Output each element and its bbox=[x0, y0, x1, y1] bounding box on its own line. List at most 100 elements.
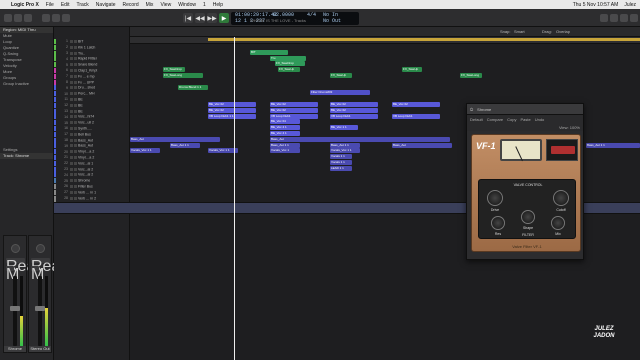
smart-controls-button[interactable] bbox=[42, 14, 50, 22]
track-row[interactable]: 5 Snare Blend bbox=[54, 62, 130, 68]
track-name[interactable]: Voic...ull 2 bbox=[78, 121, 94, 125]
view-zoom-select[interactable]: View: 100% bbox=[559, 125, 580, 130]
track-name[interactable]: Fx ... UPP bbox=[78, 80, 94, 84]
mute-button[interactable] bbox=[70, 121, 73, 125]
region[interactable]: Tru bbox=[270, 55, 306, 61]
region[interactable]: Drums Blend 1 1 bbox=[178, 84, 208, 90]
preset-select[interactable]: Default bbox=[470, 117, 483, 122]
plugin-title-bar[interactable]: ⏻ Shrome bbox=[467, 104, 583, 115]
drag-select[interactable]: Overlap bbox=[556, 29, 570, 34]
track-name[interactable]: Filter Bus bbox=[78, 184, 93, 188]
mixer-button[interactable] bbox=[52, 14, 60, 22]
region[interactable]: BE_Voc 4 1 bbox=[270, 131, 300, 136]
track-name[interactable]: Fx ... e mp bbox=[78, 74, 95, 78]
mute-button[interactable] bbox=[70, 161, 73, 165]
solo-button[interactable] bbox=[74, 69, 77, 72]
region[interactable]: BIT bbox=[250, 49, 288, 55]
track-row[interactable]: 9 Dru... shed bbox=[54, 85, 130, 91]
region[interactable]: FX_SweUp bbox=[402, 67, 422, 73]
track-name[interactable]: Kik 1 Latch bbox=[78, 45, 95, 49]
mute-button[interactable] bbox=[70, 74, 73, 78]
compare-button[interactable]: Compare bbox=[487, 117, 503, 122]
solo-button[interactable] bbox=[74, 156, 77, 159]
solo-button[interactable] bbox=[74, 86, 77, 90]
notes-button[interactable] bbox=[610, 14, 618, 22]
mute-button[interactable] bbox=[70, 185, 73, 188]
track-name[interactable]: Voic...al 2 bbox=[78, 167, 93, 171]
solo-button[interactable] bbox=[74, 98, 77, 101]
track-row[interactable]: 25 Shrome bbox=[54, 178, 130, 184]
region[interactable]: LEAD 1 1 bbox=[330, 165, 352, 171]
mute-button[interactable] bbox=[70, 103, 73, 107]
track-name[interactable]: Vinyl....a 2 bbox=[78, 150, 94, 154]
solo-button[interactable] bbox=[74, 92, 77, 96]
mute-button[interactable] bbox=[70, 190, 73, 194]
mute-button[interactable] bbox=[70, 98, 73, 101]
track-name[interactable]: BIT bbox=[78, 39, 83, 43]
mute-button[interactable] bbox=[70, 40, 73, 43]
track-row[interactable]: 4 Rapid Flitter bbox=[54, 56, 130, 62]
menu-app-name[interactable]: Logic Pro X bbox=[11, 2, 39, 8]
track-name[interactable]: Voic...hl74 bbox=[78, 115, 94, 119]
browser-button[interactable] bbox=[630, 14, 638, 22]
library-button[interactable] bbox=[4, 14, 12, 22]
track-name[interactable]: BE bbox=[78, 103, 83, 107]
track-row[interactable]: 14 Voic...hl74 bbox=[54, 114, 130, 120]
snap-select[interactable]: Smart bbox=[514, 29, 525, 34]
pan-knob[interactable] bbox=[36, 244, 45, 253]
solo-button[interactable] bbox=[74, 57, 77, 61]
region[interactable]: VB Loop Dub1 bbox=[270, 113, 318, 119]
undo-button[interactable]: Undo bbox=[535, 117, 545, 122]
track-row[interactable]: 7 Fx ... e mp bbox=[54, 73, 130, 79]
track-row[interactable]: 15 Voic...ull 2 bbox=[54, 120, 130, 126]
region[interactable]: FX_SweUp bbox=[278, 67, 300, 73]
region[interactable]: BE_Voc 02 bbox=[270, 102, 318, 107]
volume-fader[interactable] bbox=[35, 276, 45, 346]
mute-button[interactable] bbox=[70, 86, 73, 90]
menu-file[interactable]: File bbox=[46, 2, 54, 8]
mute-button[interactable] bbox=[70, 57, 73, 61]
track-row[interactable]: 11 BE bbox=[54, 97, 130, 102]
track-name[interactable]: Snare Blend bbox=[78, 63, 97, 67]
region[interactable]: Bass_Aut 1 1 bbox=[170, 142, 200, 148]
region[interactable]: BE_Voc 02 bbox=[330, 102, 378, 107]
mute-button[interactable] bbox=[70, 179, 73, 183]
track-name[interactable]: Bass_Aut bbox=[78, 144, 93, 148]
menu-help[interactable]: Help bbox=[213, 2, 223, 8]
fast-forward-button[interactable]: ▶▶ bbox=[207, 13, 217, 23]
region[interactable]: FX_SweDrop bbox=[163, 67, 185, 73]
track-name[interactable]: Bass_Aut bbox=[78, 138, 93, 142]
solo-button[interactable] bbox=[74, 121, 77, 125]
track-row[interactable]: 16 Synth..... bbox=[54, 126, 130, 131]
mute-button[interactable] bbox=[70, 167, 73, 171]
track-row[interactable]: 27 Verb ... rn 1 bbox=[54, 189, 130, 195]
mute-button[interactable] bbox=[70, 173, 73, 177]
region[interactable]: Vocals 1 1 bbox=[330, 160, 352, 165]
mute-button[interactable]: M bbox=[6, 266, 19, 283]
track-row[interactable]: 18 Bass_Aut bbox=[54, 137, 130, 143]
mute-button[interactable] bbox=[70, 80, 73, 84]
track-row[interactable]: 26 Filter Bus bbox=[54, 184, 130, 189]
drive-knob[interactable] bbox=[487, 190, 503, 206]
list-editors-button[interactable] bbox=[600, 14, 608, 22]
track-name[interactable]: Synth..... bbox=[78, 126, 92, 130]
paste-button[interactable]: Paste bbox=[520, 117, 530, 122]
mute-button[interactable] bbox=[70, 150, 73, 154]
track-name[interactable]: Clap1_Kmpt bbox=[78, 68, 97, 72]
solo-button[interactable] bbox=[74, 185, 77, 188]
track-name[interactable]: Shrome bbox=[78, 179, 90, 183]
res-knob[interactable] bbox=[491, 216, 505, 230]
track-row[interactable]: 10 Perc... MH bbox=[54, 91, 130, 97]
solo-button[interactable] bbox=[74, 63, 77, 67]
track-name[interactable]: Verb ... rn 1 bbox=[78, 190, 96, 194]
region[interactable]: BE_Voc 02 bbox=[208, 102, 256, 107]
track-row[interactable]: 22 Voic...al 1 bbox=[54, 160, 130, 166]
track-row[interactable]: 1 BIT bbox=[54, 39, 130, 44]
track-row[interactable]: 12 BE bbox=[54, 102, 130, 108]
menu-edit[interactable]: Edit bbox=[61, 2, 70, 8]
playhead[interactable] bbox=[234, 37, 235, 360]
solo-button[interactable] bbox=[74, 173, 77, 177]
region[interactable]: VB Loop Dub1 bbox=[330, 113, 378, 119]
mix-knob[interactable] bbox=[551, 216, 565, 230]
solo-button[interactable] bbox=[74, 45, 77, 49]
